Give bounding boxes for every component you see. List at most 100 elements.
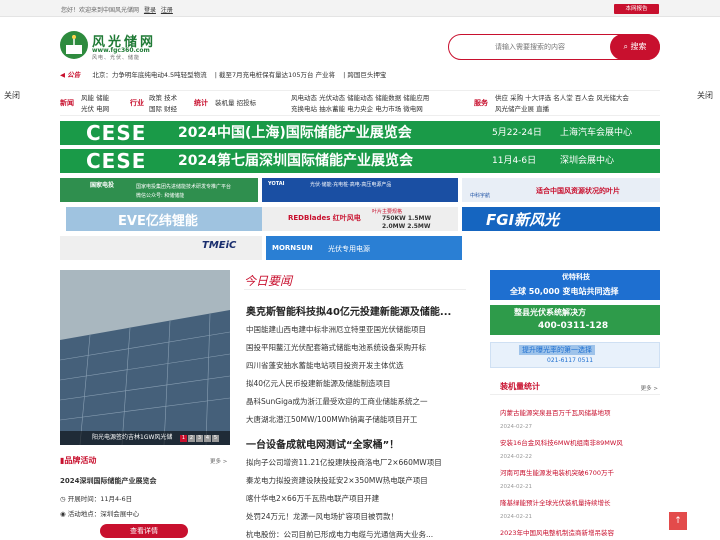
today-news-title: 今日要闻 [244, 272, 466, 290]
stats-item[interactable]: 安装16台金风科技6MW机组南非89MW风 [500, 437, 623, 447]
nav-news-group: 风能 储能 光伏 电网 [81, 93, 109, 115]
search-input[interactable] [455, 39, 605, 55]
ad-tmeic[interactable]: TMEiC [60, 236, 262, 260]
close-right-button[interactable]: 关闭 [697, 90, 713, 101]
news-item[interactable]: 秦龙电力拟投资建设陕投延安2×350MW热电联产项目 [246, 475, 428, 486]
top-bar: 您好！欢迎来到中国风光储网 登录 注册 本网报告 [0, 0, 720, 17]
banner-title: 2024第七届深圳国际储能产业展览会 [178, 153, 413, 169]
slideshow[interactable]: 阳光电源签约吉林1GW风光储 12345 [60, 270, 230, 445]
register-link[interactable]: 注册 [161, 7, 173, 14]
banner-title: 2024中国(上海)国际储能产业展览会 [178, 125, 412, 141]
ad-exposure[interactable]: 提升曝光率的第一选择 021-6117 0511 [490, 342, 660, 368]
nav-industry-row1[interactable]: 政策 技术 [149, 93, 177, 104]
ad-eve[interactable]: EVE亿纬锂能 [66, 207, 262, 231]
nav-stats-row1[interactable]: 装机量 招投标 [215, 98, 256, 109]
banner-cese: CESE [86, 149, 147, 173]
nav-dynamic-row2[interactable]: 充换电站 抽水蓄能 电力央企 电力市场 微电网 [291, 104, 429, 115]
logo-url: www.fgc360.com [92, 47, 150, 54]
banner-shanghai[interactable]: CESE 2024中国(上海)国际储能产业展览会 5月22-24日 上海汽车会展… [60, 121, 660, 145]
news-item[interactable]: 喀什华电2×66万千瓦热电联产项目开建 [246, 493, 379, 504]
news-item[interactable]: 拟40亿元人民币投建新能源及储能制造项目 [246, 378, 391, 389]
slide-dots: 12345 [180, 435, 220, 442]
login-link[interactable]: 登录 [144, 7, 156, 14]
ad-redblades[interactable]: REDBlades 红叶风电 叶片主要规格 750KW 1.5MW 2.0MW … [262, 207, 458, 231]
ad-zkyh[interactable]: 中科宇航 适合中国风资源状况的叶片 [462, 178, 660, 202]
ad-fgi[interactable]: FGI新风光 [462, 207, 660, 231]
headline-2[interactable]: 一台设备成就电网测试“全家桶”！ [246, 436, 399, 451]
slide-dot[interactable]: 3 [196, 435, 203, 442]
ad-yotai[interactable]: YOTAI 光伏·储能·充电桩·高电·高压电源产品 [262, 178, 458, 202]
nav-service-row1[interactable]: 供应 采购 十大评选 名人堂 百人会 风光储大会 [495, 93, 629, 104]
brand-event-title[interactable]: 2024深圳国际储能产业展览会 [60, 476, 156, 486]
brand-event-place: ◉ 活动地点：深圳会展中心 [60, 508, 139, 518]
slide-dot[interactable]: 2 [188, 435, 195, 442]
nav-stats-group: 装机量 招投标 [215, 98, 256, 109]
install-stats-title: 装机量统计 [500, 382, 540, 391]
nav-dynamic-group: 风电动态 光伏动态 储能动态 储能数据 储能应用 充换电站 抽水蓄能 电力央企 电… [291, 93, 429, 115]
search-icon: ⌕ [623, 42, 628, 51]
logo-slogan: 风电、光伏、储能 [92, 55, 141, 61]
ad-solar-solution[interactable]: 整县光伏系统解决方 400-0311-128 [490, 305, 660, 335]
ad-mornsun-name: MORNSUN [272, 244, 313, 252]
nav-industry-group: 政策 技术 国际 财经 [149, 93, 177, 115]
view-details-button[interactable]: 查看详情 [100, 524, 188, 538]
install-stats-more-link[interactable]: 更多 > [641, 384, 658, 392]
stats-item[interactable]: 隆基绿能预计全球光伏装机量持续增长 [500, 497, 611, 507]
news-item[interactable]: 杭电股份：公司目前已形成电力电缆与光通信两大业务... [246, 529, 433, 540]
site-logo[interactable]: 风光储网 www.fgc360.com 风电、光伏、储能 [60, 31, 170, 63]
brand-more-link[interactable]: 更多 > [210, 457, 227, 465]
news-item[interactable]: 晶科SunGiga成为浙江最受欢迎的工商业储能系统之一 [246, 396, 428, 407]
news-item[interactable]: 中国能建山西电建中标非洲厄立特里亚国光伏储能项目 [246, 324, 426, 335]
ad-spic-wechat: 微信公众号: 和储储能 [136, 193, 185, 199]
notice-item[interactable]: 截至7月充电桩保有量达105万台 产业将 [219, 71, 335, 79]
back-to-top-button[interactable]: ↑ [669, 512, 687, 530]
notice-item[interactable]: 跨国巨头押宝 [347, 71, 386, 79]
slide-dot[interactable]: 4 [204, 435, 211, 442]
ad-youte[interactable]: 优特科技 全球 50,000 变电站共同选择 [490, 270, 660, 300]
headline-1[interactable]: 奥克斯智能科技拟40亿元投建新能源及储能... [246, 303, 451, 318]
nav-industry-row2[interactable]: 国际 财经 [149, 104, 177, 115]
notice-item[interactable]: 北京：力争明年底纯电动4.5吨轻型物流 [92, 71, 206, 79]
banner-shenzhen[interactable]: CESE 2024第七届深圳国际储能产业展览会 11月4-6日 深圳会展中心 [60, 149, 660, 173]
news-item[interactable]: 大唐湖北潜江50MW/100MWh钠离子储能项目开工 [246, 414, 417, 425]
nav-news-title[interactable]: 新闻 [60, 98, 74, 108]
nav-news-row2[interactable]: 光伏 电网 [81, 104, 109, 115]
report-button[interactable]: 本网报告 [614, 4, 659, 14]
search-button-label: 搜索 [630, 42, 647, 51]
ad-mornsun[interactable]: MORNSUN 光伏专用电源 [266, 236, 462, 260]
place-label: 活动地点： [67, 510, 101, 518]
nav-dynamic-row1[interactable]: 风电动态 光伏动态 储能动态 储能数据 储能应用 [291, 93, 429, 104]
nav-service-title[interactable]: 服务 [474, 98, 488, 108]
ad-yotai-desc: 光伏·储能·充电桩·高电·高压电源产品 [310, 182, 392, 188]
banner-cese: CESE [86, 121, 147, 145]
stats-item[interactable]: 2023年中国风电整机制造商新增吊装容 [500, 527, 614, 537]
news-item[interactable]: 拟向子公司增资11.21亿投建陕投商洛电厂2×660MW项目 [246, 457, 442, 468]
slide-dot[interactable]: 1 [180, 435, 187, 442]
nav-service-group: 供应 采购 十大评选 名人堂 百人会 风光储大会 风光储产业展 直播 [495, 93, 629, 115]
ad-redblades-size2: 2.0MW 2.5MW [382, 223, 431, 230]
news-item[interactable]: 四川省蓬安抽水蓄能电站项目投资开发主体优选 [246, 360, 404, 371]
nav-industry-title[interactable]: 行业 [130, 98, 144, 108]
stats-item[interactable]: 河南可再生能源发电装机突破6700万千 [500, 467, 614, 477]
news-item[interactable]: 国投平阳鳌江光伏配套箱式储能电池系统设备采购开标 [246, 342, 426, 353]
ad-spic-name: 国家电投 [90, 182, 115, 189]
stats-date: 2024-02-22 [500, 454, 532, 460]
news-item[interactable]: 处罚24万元！龙源一风电场扩容项目被罚款！ [246, 511, 398, 522]
search-button[interactable]: ⌕ 搜索 [610, 34, 660, 60]
nav-service-row2[interactable]: 风光储产业展 直播 [495, 104, 629, 115]
stats-item[interactable]: 内蒙古能源突泉县百万千瓦风储基地项 [500, 407, 611, 417]
ad-redblades-spec: 叶片主要规格 [372, 209, 403, 215]
close-left-button[interactable]: 关闭 [4, 90, 20, 101]
nav-stats-title[interactable]: 统计 [194, 98, 208, 108]
ad-spic-desc: 国家电投集团先进储能技术研发专推广平台 [136, 184, 232, 190]
nav-news-row1[interactable]: 风能 储能 [81, 93, 109, 104]
ad-exposure-phone: 021-6117 0511 [547, 357, 594, 364]
brand-event-time: ◷ 开展时间：11月4-6日 [60, 493, 132, 503]
search-box: ⌕ 搜索 [448, 34, 660, 60]
slide-dot[interactable]: 5 [212, 435, 219, 442]
ad-solar-title: 整县光伏系统解决方 [514, 308, 586, 317]
ad-fgi-name: FGI新风光 [486, 211, 560, 229]
stats-date: 2024-02-21 [500, 484, 532, 490]
ad-spic[interactable]: 国家电投 国家电投集团先进储能技术研发专推广平台 微信公众号: 和储储能 [60, 178, 258, 202]
slide-image [60, 270, 230, 445]
